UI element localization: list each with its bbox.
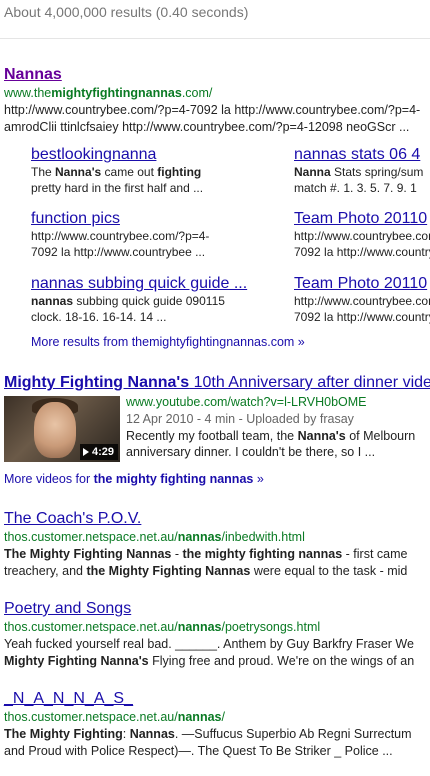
- result-4-snippet-line-1: The Mighty Fighting: Nannas. —Suffucus S…: [4, 727, 412, 741]
- video-snippet-line-1: Recently my football team, the Nanna's o…: [126, 429, 416, 443]
- result-4-snippet-line-2: and Proud with Police Respect)—. The Que…: [4, 744, 393, 758]
- sitelink-nannas-subbing[interactable]: nannas subbing quick guide ...: [31, 275, 247, 293]
- video-title-link[interactable]: Mighty Fighting Nanna's 10th Anniversary…: [4, 374, 430, 392]
- result-1-snippet-line-1: http://www.countrybee.com/?p=4-7092 la h…: [4, 103, 421, 117]
- result-2-title-link[interactable]: The Coach's P.O.V.: [4, 510, 141, 528]
- sitelink-bestlookingnanna[interactable]: bestlookingnanna: [31, 146, 156, 164]
- sitelink-snippet: Nanna Stats spring/sum: [294, 165, 424, 179]
- sitelink-snippet: clock. 18-16. 16-14. 14 ...: [31, 310, 167, 324]
- sitelink-snippet: pretty hard in the first half and ...: [31, 181, 204, 195]
- result-1-url: www.themightyfightingnannas.com/: [4, 86, 213, 100]
- result-3-url: thos.customer.netspace.net.au/nannas/poe…: [4, 620, 321, 634]
- sitelink-snippet: 7092 la http://www.countrybe: [294, 245, 430, 259]
- sitelink-snippet: The Nanna's came out fighting: [31, 165, 202, 179]
- sitelink-snippet: http://www.countrybee.com: [294, 294, 430, 308]
- sitelink-snippet: http://www.countrybee.com: [294, 229, 430, 243]
- video-thumbnail[interactable]: 4:29: [4, 396, 120, 462]
- result-1-snippet-line-2: amrodClii ttinlcfsaiey http://www.countr…: [4, 120, 410, 134]
- sitelink-snippet: 7092 la http://www.countrybee ...: [31, 245, 206, 259]
- result-stats: About 4,000,000 results (0.40 seconds): [4, 4, 249, 20]
- more-videos-link[interactable]: More videos for the mighty fighting nann…: [4, 472, 264, 486]
- sitelink-team-photo[interactable]: Team Photo 20110: [294, 210, 427, 228]
- sitelink-function-pics[interactable]: function pics: [31, 210, 120, 228]
- sitelink-nannas-stats[interactable]: nannas stats 06 4: [294, 146, 420, 164]
- more-results-link[interactable]: More results from themightyfightingnanna…: [31, 335, 305, 349]
- result-3-title-link[interactable]: Poetry and Songs: [4, 600, 131, 618]
- video-duration-badge: 4:29: [79, 444, 118, 460]
- result-4-url: thos.customer.netspace.net.au/nannas/: [4, 710, 225, 724]
- result-3-snippet-line-2: Mighty Fighting Nanna's Flying free and …: [4, 654, 415, 668]
- play-icon: [82, 448, 89, 456]
- result-3-snippet-line-1: Yeah fucked yourself real bad. ______. A…: [4, 637, 414, 651]
- result-2-snippet-line-1: The Mighty Fighting Nannas - the mighty …: [4, 547, 408, 561]
- thumbnail-face: [34, 402, 76, 458]
- sitelink-snippet: nannas subbing quick guide 090115: [31, 294, 225, 308]
- sitelink-team-photo-2[interactable]: Team Photo 20110: [294, 275, 427, 293]
- video-snippet-line-2: anniversary dinner. I couldn't be there,…: [126, 445, 376, 459]
- result-2-snippet-line-2: treachery, and the Mighty Fighting Nanna…: [4, 564, 408, 578]
- sitelink-snippet: 7092 la http://www.countrybe: [294, 310, 430, 324]
- result-2-url: thos.customer.netspace.net.au/nannas/inb…: [4, 530, 305, 544]
- sitelink-snippet: http://www.countrybee.com/?p=4-: [31, 229, 210, 243]
- result-4-title-link[interactable]: _N_A_N_N_A_S_: [4, 690, 133, 708]
- video-url: www.youtube.com/watch?v=l-LRVH0bOME: [126, 395, 367, 409]
- divider: [0, 38, 430, 39]
- sitelink-snippet: match #. 1. 3. 5. 7. 9. 1: [294, 181, 417, 195]
- video-meta: 12 Apr 2010 - 4 min - Uploaded by frasay: [126, 412, 354, 426]
- result-1-title-link[interactable]: Nannas: [4, 66, 62, 84]
